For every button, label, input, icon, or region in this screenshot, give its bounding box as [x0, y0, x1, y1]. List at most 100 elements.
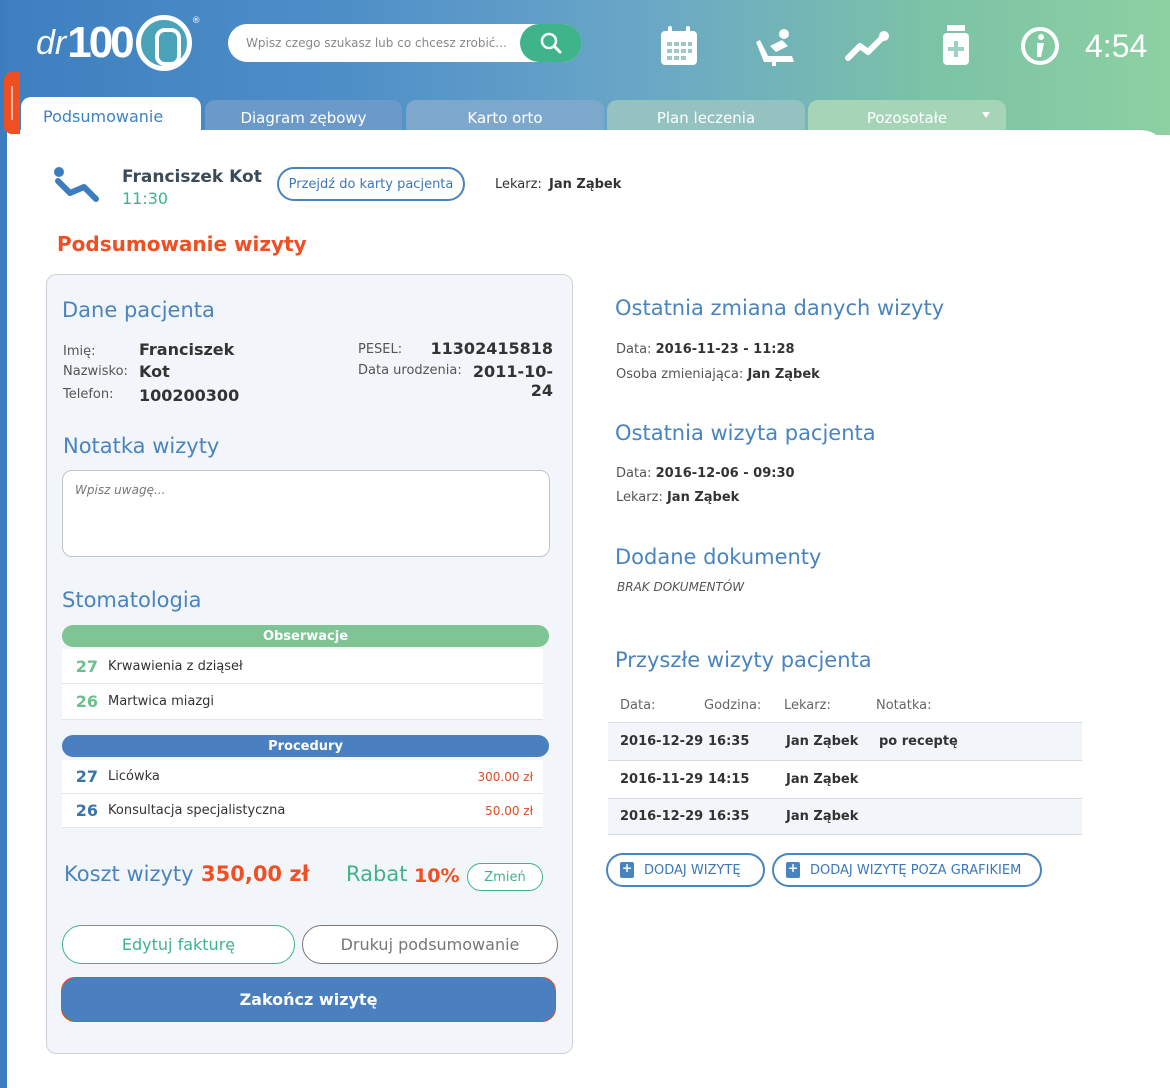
documents-title: Dodane dokumenty	[615, 545, 822, 569]
last-name-value: Kot	[139, 362, 170, 381]
dentistry-title: Stomatologia	[62, 588, 202, 612]
page-title: Podsumowanie wizyty	[57, 232, 307, 256]
table-row[interactable]: 2016-12-29 16:35 Jan Ząbek	[608, 799, 1082, 835]
procedure-desc: Konsultacja specjalistyczna	[108, 803, 286, 818]
logo-person-icon	[135, 15, 192, 71]
observation-row[interactable]: 26 Martwica miazgi	[62, 684, 543, 720]
edit-invoice-button[interactable]: Edytuj fakturę	[62, 925, 295, 964]
visit-note: po receptę	[879, 734, 958, 749]
table-row[interactable]: 2016-11-29 14:15 Jan Ząbek	[608, 761, 1082, 799]
future-visits-table: Data: Godzina: Lekarz: Notatka: 2016-12-…	[608, 690, 1082, 835]
info-icon[interactable]	[1016, 22, 1064, 70]
clock: 4:54	[1085, 28, 1148, 64]
last-visit-title: Ostatnia wizyta pacjenta	[615, 421, 876, 445]
observations-header: Obserwacje	[62, 625, 549, 647]
add-visit-outside-schedule-button[interactable]: DODAJ WIZYTĘ POZA GRAFIKIEM	[772, 853, 1042, 887]
date-value: 2016-11-23 - 11:28	[655, 342, 795, 357]
tooth-number: 27	[75, 656, 98, 676]
birth-date-value: 2011-10-24	[472, 362, 553, 400]
column-header: Godzina:	[704, 698, 762, 713]
add-visit-button[interactable]: DODAJ WIZYTĘ	[606, 853, 765, 887]
go-to-patient-card-button[interactable]: Przejdź do karty pacjenta	[277, 167, 465, 201]
last-visit-date: Data: 2016-12-06 - 09:30	[616, 466, 795, 481]
procedure-price: 300.00 zł	[477, 769, 533, 784]
sidebar-toggle-handle[interactable]	[4, 72, 20, 134]
calendar-plus-icon	[786, 861, 800, 878]
add-visit-label: DODAJ WIZYTĘ	[644, 862, 741, 878]
visit-note-title: Notatka wizyty	[63, 434, 220, 458]
procedures-header: Procedury	[62, 735, 549, 757]
person-value: Jan Ząbek	[747, 367, 820, 382]
dentist-chair-icon[interactable]	[752, 22, 800, 70]
tab-label: Karto orto	[467, 108, 543, 127]
medicine-icon[interactable]	[932, 22, 980, 70]
first-name-label: Imię:	[63, 344, 96, 359]
tooth-number: 27	[75, 767, 98, 786]
last-change-date: Data: 2016-11-23 - 11:28	[616, 342, 795, 357]
last-change-person: Osoba zmieniająca: Jan Ząbek	[616, 367, 820, 382]
table-header: Data: Godzina: Lekarz: Notatka:	[608, 690, 1082, 723]
tab-label: Plan leczenia	[656, 108, 756, 127]
visit-date: 2016-12-29	[620, 734, 704, 749]
patient-chair-icon	[52, 165, 100, 209]
observation-desc: Krwawienia z dziąseł	[108, 658, 243, 674]
visit-time: 16:35	[708, 809, 750, 824]
date-label: Data:	[616, 466, 652, 481]
no-documents-text: BRAK DOKUMENTÓW	[617, 580, 745, 594]
visit-date: 2016-11-29	[620, 772, 704, 787]
change-discount-button[interactable]: Zmień	[467, 863, 543, 891]
search-bar	[228, 24, 582, 62]
visit-cost-value: 350,00 zł	[201, 862, 310, 886]
date-label: Data:	[616, 342, 652, 357]
visit-date: 2016-12-29	[620, 809, 704, 824]
patient-name: Franciszek Kot	[122, 167, 262, 187]
visit-cost-label: Koszt wizyty	[64, 862, 194, 886]
tab-label: Podsumowanie	[43, 106, 164, 126]
visit-time: 16:35	[708, 734, 750, 749]
calendar-icon[interactable]	[655, 22, 703, 70]
add-visit-outside-label: DODAJ WIZYTĘ POZA GRAFIKIEM	[810, 862, 1022, 878]
date-value: 2016-12-06 - 09:30	[655, 466, 795, 481]
visit-doctor: Jan Ząbek	[786, 809, 859, 824]
patient-data-title: Dane pacjenta	[62, 298, 215, 322]
chart-trend-icon[interactable]	[843, 22, 891, 70]
procedure-desc: Licówka	[108, 769, 160, 784]
search-icon	[540, 32, 562, 54]
table-row[interactable]: 2016-12-29 16:35 Jan Ząbek po receptę	[608, 723, 1082, 761]
person-label: Osoba zmieniająca:	[616, 367, 744, 382]
column-header: Data:	[620, 698, 656, 713]
search-input[interactable]	[246, 34, 522, 52]
finish-visit-button[interactable]: Zakończ wizytę	[61, 977, 556, 1022]
search-button[interactable]	[520, 24, 582, 62]
procedure-price: 50.00 zł	[485, 803, 533, 818]
procedure-row[interactable]: 27 Licówka 300.00 zł	[62, 760, 543, 794]
left-sidebar-strip	[0, 0, 7, 1088]
last-visit-doctor: Lekarz: Jan Ząbek	[616, 490, 739, 505]
tab-label: Pozosotałe	[866, 108, 948, 127]
doctor-value: Jan Ząbek	[666, 490, 740, 505]
calendar-plus-icon	[620, 861, 634, 878]
chevron-down-icon	[982, 112, 990, 118]
last-change-title: Ostatnia zmiana danych wizyty	[615, 296, 945, 320]
column-header: Lekarz:	[784, 698, 831, 713]
tab-label: Diagram zębowy	[240, 108, 367, 127]
discount-label: Rabat	[346, 862, 408, 886]
pesel-label: PESEL:	[358, 342, 403, 357]
app-logo[interactable]: dr 100 ®	[36, 14, 201, 72]
discount-value: 10%	[414, 865, 460, 887]
procedure-row[interactable]: 26 Konsultacja specjalistyczna 50.00 zł	[62, 794, 543, 828]
visit-note-input[interactable]	[75, 483, 537, 544]
logo-registered-mark: ®	[191, 16, 201, 26]
birth-date-label: Data urodzenia:	[358, 363, 462, 378]
first-name-value: Franciszek	[139, 340, 235, 359]
tooth-number: 26	[75, 801, 98, 820]
tooth-number: 26	[75, 692, 98, 711]
print-summary-button[interactable]: Drukuj podsumowanie	[302, 925, 558, 964]
logo-dr-text: dr	[36, 23, 67, 62]
observation-row[interactable]: 27 Krwawienia z dziąseł	[62, 649, 543, 684]
doctor-name: Jan Ząbek	[549, 177, 622, 192]
appointment-time: 11:30	[122, 189, 169, 208]
visit-note-box	[62, 470, 550, 557]
column-header: Notatka:	[876, 698, 932, 713]
logo-100-text: 100	[67, 18, 134, 67]
